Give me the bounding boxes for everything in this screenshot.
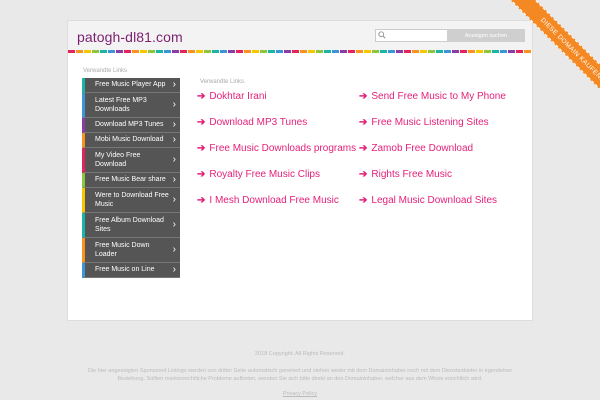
arrow-right-icon: ➔ (359, 117, 368, 128)
related-link[interactable]: ➔ Zamob Free Download (359, 143, 473, 154)
related-link[interactable]: ➔ Free Music Listening Sites (359, 117, 489, 128)
related-link[interactable]: ➔ Legal Music Download Sites (359, 195, 497, 206)
sidebar-item-label: Download MP3 Tunes (95, 121, 164, 129)
chevron-right-icon: › (172, 79, 176, 90)
related-link-label: Legal Music Download Sites (371, 195, 498, 206)
sidebar-item-label: Latest Free MP3 Downloads (95, 96, 147, 114)
header-bar: patogh-dl81.com Anzeigen suchen (68, 21, 532, 51)
chevron-right-icon: › (172, 219, 176, 230)
arrow-right-icon: ➔ (197, 143, 206, 154)
buy-domain-ribbon-container: DIESE DOMAIN KAUFEN. (480, 0, 600, 100)
arrow-right-icon: ➔ (359, 195, 368, 206)
related-link[interactable]: ➔ Rights Free Music (359, 169, 452, 180)
sidebar-item[interactable]: Latest Free MP3 Downloads › (82, 93, 180, 118)
sidebar-heading: Verwandte Links (83, 68, 128, 74)
arrow-right-icon: ➔ (197, 91, 206, 102)
related-link[interactable]: ➔ Dokhtar Irani (197, 91, 267, 102)
sidebar-item-label: Free Music on Line (95, 266, 155, 274)
sidebar-item[interactable]: Were to Download Free Music › (82, 188, 180, 213)
sidebar-menu: Free Music Player App › Latest Free MP3 Do… (82, 78, 180, 278)
chevron-right-icon: › (172, 154, 176, 165)
chevron-right-icon: › (172, 119, 176, 130)
sidebar-item[interactable]: Free Music on Line › (82, 263, 180, 278)
chevron-right-icon: › (172, 134, 176, 145)
sidebar-item[interactable]: Free Album Download Sites › (82, 213, 180, 238)
sidebar-item[interactable]: Free Music Down Loader › (82, 238, 180, 263)
arrow-right-icon: ➔ (359, 143, 368, 154)
sidebar-item[interactable]: Mobi Music Download › (82, 133, 180, 148)
chevron-right-icon: › (172, 194, 176, 205)
related-link-label: I Mesh Download Free Music (209, 195, 339, 206)
related-link[interactable]: ➔ Free Music Downloads programs (197, 143, 356, 154)
sidebar-item[interactable]: My Video Free Download › (82, 148, 180, 173)
parking-page-card: patogh-dl81.com Anzeigen suchen Verwandt… (67, 20, 533, 321)
sidebar-item-label: Mobi Music Download (95, 136, 164, 144)
related-link-label: Royalty Free Music Clips (209, 169, 320, 180)
chevron-right-icon: › (172, 174, 176, 185)
search-icon (378, 31, 386, 39)
color-stripe (68, 50, 532, 53)
content-heading: Verwandte Links (200, 79, 245, 85)
arrow-right-icon: ➔ (197, 117, 206, 128)
related-link[interactable]: ➔ Royalty Free Music Clips (197, 169, 320, 180)
related-link-label: Zamob Free Download (371, 143, 474, 154)
sidebar-item-label: Free Music Player App (95, 81, 166, 89)
sidebar-item-label: Free Music Bear share (95, 176, 166, 184)
chevron-right-icon: › (172, 244, 176, 255)
related-link[interactable]: ➔ Download MP3 Tunes (197, 117, 307, 128)
related-link-label: Free Music Downloads programs (209, 143, 357, 154)
sidebar-item[interactable]: Free Music Bear share › (82, 173, 180, 188)
buy-domain-ribbon[interactable]: DIESE DOMAIN KAUFEN. (509, 0, 600, 100)
arrow-right-icon: ➔ (359, 169, 368, 180)
related-link-label: Dokhtar Irani (209, 91, 267, 102)
footer-disclaimer-line1: Die hier angezeigten Sponsored Listings … (87, 368, 513, 374)
footer-disclaimer-line2: Beziehung. Sollten markenrechtliche Prob… (117, 376, 483, 382)
privacy-policy-link[interactable]: Privacy Policy (0, 391, 600, 397)
related-link-label: Rights Free Music (371, 169, 452, 180)
arrow-right-icon: ➔ (197, 195, 206, 206)
sidebar-item-label: Free Album Download Sites (95, 216, 164, 234)
related-link-label: Download MP3 Tunes (209, 117, 308, 128)
domain-title[interactable]: patogh-dl81.com (77, 29, 183, 45)
sidebar-item-label: My Video Free Download (95, 151, 141, 169)
related-link-label: Free Music Listening Sites (371, 117, 489, 128)
related-link[interactable]: ➔ I Mesh Download Free Music (197, 195, 339, 206)
sidebar-item[interactable]: Download MP3 Tunes › (82, 118, 180, 133)
sidebar-item-label: Free Music Down Loader (95, 241, 150, 259)
sidebar-item-label: Were to Download Free Music (95, 191, 169, 209)
arrow-right-icon: ➔ (197, 169, 206, 180)
footer-copyright: 2018 Copyright. All Rights Reserved. (255, 351, 345, 357)
sidebar-item[interactable]: Free Music Player App › (82, 78, 180, 93)
chevron-right-icon: › (172, 264, 176, 275)
arrow-right-icon: ➔ (359, 91, 368, 102)
chevron-right-icon: › (172, 99, 176, 110)
